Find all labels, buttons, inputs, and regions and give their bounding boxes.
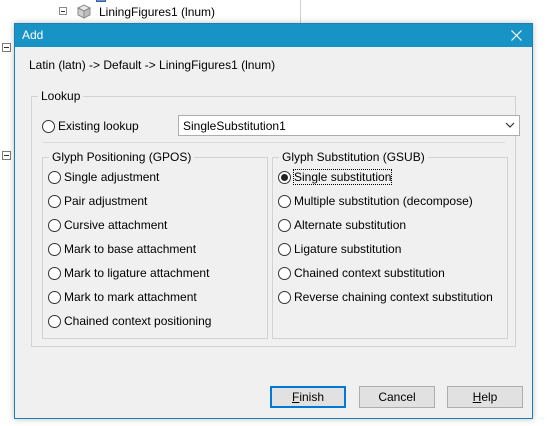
- radio-icon[interactable]: [278, 194, 291, 208]
- lookup-group: Lookup Existing lookup SingleSubstitutio…: [31, 89, 520, 347]
- radio-icon[interactable]: [42, 119, 55, 133]
- tree-node-icon-partial: [96, 0, 106, 2]
- dialog-titlebar[interactable]: Add: [15, 24, 532, 47]
- radio-icon[interactable]: [278, 242, 291, 256]
- radio-mark-to-ligature[interactable]: Mark to ligature attachment: [48, 266, 209, 280]
- radio-label: Mark to ligature attachment: [64, 266, 210, 280]
- cancel-button[interactable]: Cancel: [359, 386, 435, 408]
- radio-pair-adjustment[interactable]: Pair adjustment: [48, 194, 147, 208]
- radio-reverse-chaining-substitution[interactable]: Reverse chaining context substitution: [278, 290, 493, 304]
- radio-icon[interactable]: [278, 218, 291, 232]
- feature-cube-icon: [76, 4, 92, 19]
- breadcrumb: Latin (latn) -> Default -> LiningFigures…: [29, 58, 276, 72]
- radio-label: Alternate substitution: [294, 218, 407, 232]
- radio-chained-context-substitution[interactable]: Chained context substitution: [278, 266, 445, 280]
- radio-label: Single substitution: [292, 169, 393, 185]
- radio-icon[interactable]: [48, 266, 61, 280]
- radio-label: Ligature substitution: [294, 242, 402, 256]
- radio-icon[interactable]: [48, 290, 61, 304]
- radio-mark-to-base[interactable]: Mark to base attachment: [48, 242, 196, 256]
- tree-collapse-icon[interactable]: [2, 151, 11, 160]
- radio-label: Chained context substitution: [294, 266, 445, 280]
- radio-icon[interactable]: [278, 290, 291, 304]
- finish-mnemonic: F: [291, 390, 300, 404]
- radio-multiple-substitution[interactable]: Multiple substitution (decompose): [278, 194, 473, 208]
- cancel-label: Cancel: [378, 390, 416, 404]
- close-button[interactable]: [500, 24, 532, 47]
- radio-single-adjustment[interactable]: Single adjustment: [48, 170, 159, 184]
- radio-single-substitution[interactable]: Single substitution: [278, 169, 393, 185]
- existing-lookup-label: Existing lookup: [58, 119, 139, 133]
- gsub-group-title: Glyph Substitution (GSUB): [279, 150, 428, 164]
- radio-chained-context-positioning[interactable]: Chained context positioning: [48, 314, 211, 328]
- radio-label: Cursive attachment: [64, 218, 168, 232]
- gsub-group: Glyph Substitution (GSUB) Single substit…: [272, 150, 508, 339]
- chevron-down-icon: [505, 122, 515, 128]
- radio-selected-icon[interactable]: [278, 170, 291, 184]
- finish-button[interactable]: Finish: [270, 386, 346, 408]
- tree-collapse-icon[interactable]: [2, 43, 11, 52]
- radio-mark-to-mark[interactable]: Mark to mark attachment: [48, 290, 197, 304]
- radio-label: Multiple substitution (decompose): [294, 194, 473, 208]
- radio-label: Pair adjustment: [64, 194, 148, 208]
- add-dialog: Add Latin (latn) -> Default -> LiningFig…: [14, 23, 533, 419]
- radio-icon[interactable]: [48, 218, 61, 232]
- lookup-group-title: Lookup: [38, 89, 84, 103]
- tree-divider: [300, 0, 301, 24]
- existing-lookup-radio[interactable]: Existing lookup: [42, 119, 139, 133]
- gpos-group: Glyph Positioning (GPOS) Single adjustme…: [42, 150, 268, 339]
- radio-ligature-substitution[interactable]: Ligature substitution: [278, 242, 401, 256]
- help-label: elp: [481, 390, 498, 404]
- gpos-group-title: Glyph Positioning (GPOS): [49, 150, 195, 164]
- radio-label: Single adjustment: [64, 170, 160, 184]
- radio-label: Reverse chaining context substitution: [294, 290, 493, 304]
- tree-node-label[interactable]: LiningFigures1 (lnum): [99, 5, 215, 19]
- existing-lookup-select[interactable]: SingleSubstitution1: [178, 115, 520, 136]
- radio-icon[interactable]: [48, 314, 61, 328]
- close-icon: [510, 30, 522, 41]
- radio-icon[interactable]: [48, 242, 61, 256]
- existing-lookup-value: SingleSubstitution1: [183, 119, 286, 133]
- background-tree-view: LiningFigures1 (lnum): [0, 0, 547, 24]
- radio-label: Chained context positioning: [64, 314, 212, 328]
- divider: [42, 142, 505, 143]
- radio-cursive-attachment[interactable]: Cursive attachment: [48, 218, 167, 232]
- finish-label: inish: [299, 390, 325, 404]
- radio-alternate-substitution[interactable]: Alternate substitution: [278, 218, 406, 232]
- radio-label: Mark to base attachment: [64, 242, 197, 256]
- help-button[interactable]: Help: [447, 386, 523, 408]
- tree-collapse-icon[interactable]: [59, 7, 67, 15]
- radio-label: Mark to mark attachment: [64, 290, 197, 304]
- dialog-title: Add: [22, 28, 44, 42]
- radio-icon[interactable]: [48, 170, 61, 184]
- help-mnemonic: H: [472, 390, 482, 404]
- radio-icon[interactable]: [48, 194, 61, 208]
- radio-icon[interactable]: [278, 266, 291, 280]
